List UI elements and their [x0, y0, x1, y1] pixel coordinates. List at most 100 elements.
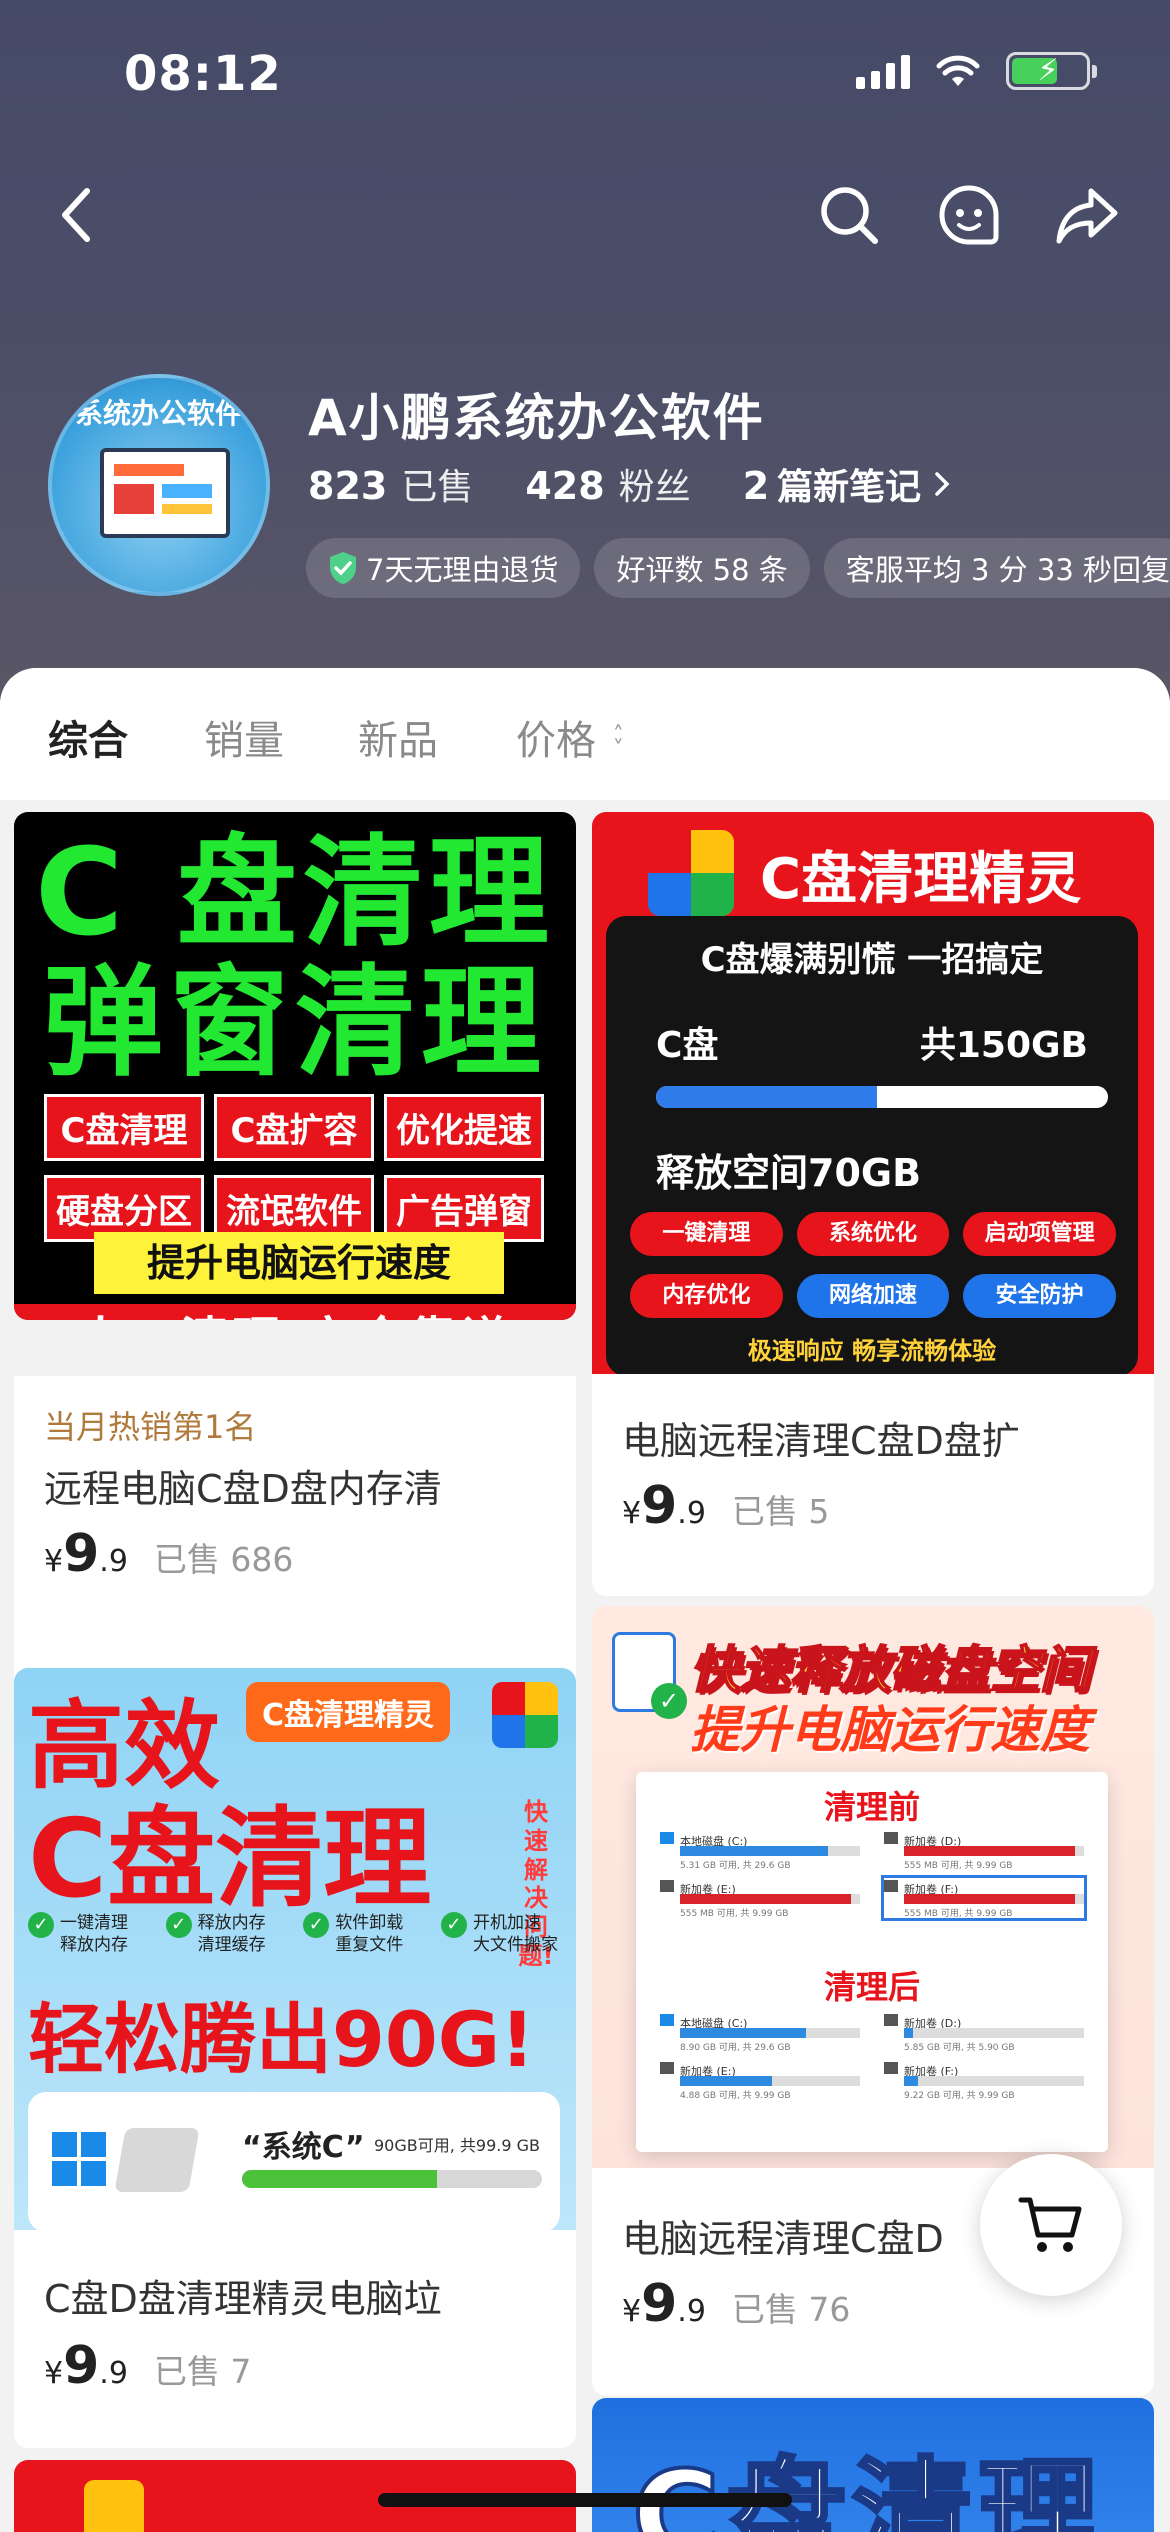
cart-button[interactable]	[980, 2154, 1122, 2296]
check-text: 释放内存	[197, 1913, 266, 1933]
feature-pill: 启动项管理	[963, 1212, 1116, 1256]
windows-icon	[52, 2132, 106, 2186]
drive-usage-bar	[904, 2028, 1084, 2038]
price-decimal: .9	[99, 2356, 128, 2391]
tag-service-response[interactable]: 客服平均 3 分 33 秒回复	[823, 538, 1170, 598]
product-title: 远程电脑C盘D盘内存清	[44, 1467, 442, 1511]
image-footer: 人工清理 安全靠谱	[14, 1304, 576, 1320]
feature-buttons: 一键清理 系统优化 启动项管理 内存优化 网络加速 安全防护	[630, 1212, 1116, 1318]
sold-count: 已售 7	[153, 2352, 252, 2391]
drive-entry: 本地磁盘 (C:) 8.90 GB 可用, 共 29.6 GB	[660, 2012, 860, 2053]
share-icon	[1056, 188, 1118, 244]
check-text: 重复文件	[335, 1935, 404, 1956]
product-card[interactable]: C 盘清理 弹窗清理 C盘清理 C盘扩容 优化提速 硬盘分区 流氓软件 广告弹窗…	[14, 812, 576, 1320]
battery-icon: ⚡	[1006, 52, 1097, 90]
back-icon	[62, 188, 90, 242]
product-card[interactable]: 高效 C盘清理精灵 C盘清理 快速解决问题! ✓ 一键清理 释放内存 ✓ 释放内存 清理…	[14, 1668, 576, 2448]
product-title: C盘D盘清理精灵电脑垃	[44, 2277, 442, 2321]
feature-pill: 网络加速	[796, 1274, 950, 1318]
check-text: 释放内存	[60, 1935, 128, 1956]
drive-usage-bar	[680, 1894, 860, 1904]
drive-total: 共150GB	[919, 1025, 1088, 1066]
check-text: 清理缓存	[197, 1935, 266, 1956]
feature-pill: 系统优化	[796, 1212, 950, 1256]
image-panel: C盘爆满别慌 一招搞定 C盘 共150GB 释放空间70GB 一键清理 系统优化…	[606, 916, 1138, 1374]
check-icon: ✓	[440, 1912, 467, 1938]
avatar-illustration	[100, 448, 230, 538]
drive-entry: 本地磁盘 (C:) 5.31 GB 可用, 共 29.6 GB	[660, 1830, 860, 1871]
tab-price-label: 价格	[516, 718, 596, 764]
drive-card: “系统C” 90GB可用, 共99.9 GB	[28, 2092, 560, 2230]
image-chip: C盘扩容	[214, 1094, 374, 1161]
drive-usage-fill	[904, 2028, 913, 2038]
tab-new[interactable]: 新品	[358, 708, 438, 766]
drive-label: C盘	[656, 1025, 719, 1066]
drive-capacity: 555 MB 可用, 共 9.99 GB	[904, 1909, 1013, 1919]
tag-good-reviews[interactable]: 好评数 58 条	[594, 538, 810, 598]
drive-usage-fill	[904, 1894, 1075, 1904]
drive-capacity: 5.85 GB 可用, 共 5.90 GB	[904, 2043, 1015, 2053]
tag-return-policy[interactable]: 7天无理由退货	[306, 538, 581, 598]
section-after: 清理后	[823, 1968, 920, 2006]
home-indicator[interactable]	[378, 2493, 792, 2507]
cart-icon	[1018, 2197, 1082, 2252]
product-card[interactable]: C盘清理精灵 C盘爆满别慌 一招搞定 C盘 共150GB 释放空间70GB 一键…	[592, 812, 1154, 1596]
chevron-right-icon	[935, 472, 950, 496]
product-image: C盘清理	[592, 2398, 1154, 2532]
tag-label: 客服平均 3 分 33 秒回复	[845, 553, 1170, 587]
section-before: 清理前	[823, 1788, 920, 1826]
image-headline: C盘清理	[28, 1797, 432, 1922]
tab-sales[interactable]: 销量	[204, 708, 284, 766]
image-headline: C盘清理精灵	[760, 847, 1082, 912]
shop-avatar[interactable]: 系统办公软件	[48, 374, 270, 596]
tag-label: 好评数 58 条	[616, 553, 788, 587]
product-info: 当月热销第1名 远程电脑C盘D盘内存清 ¥ 9 .9 已售 686	[14, 1376, 576, 1692]
tab-price[interactable]: 价格 ˄ ˅	[516, 708, 624, 766]
price-integer: 9	[641, 1476, 678, 1536]
drive-usage-fill	[680, 2028, 806, 2038]
price-row: ¥ 9 .9 已售 5	[622, 1476, 829, 1536]
tab-comprehensive[interactable]: 综合	[48, 708, 128, 766]
drive-capacity: 5.31 GB 可用, 共 29.6 GB	[680, 1861, 791, 1871]
product-title: 电脑远程清理C盘D盘扩	[622, 1419, 1020, 1463]
drive-entry: 新加卷 (D:) 5.85 GB 可用, 共 5.90 GB	[884, 2012, 1084, 2053]
share-button[interactable]	[1052, 180, 1122, 250]
check-text: 大文件搬家	[472, 1935, 558, 1956]
feature-check: ✓ 软件卸载 重复文件	[303, 1912, 403, 1956]
customer-service-button[interactable]	[934, 180, 1004, 250]
check-icon: ✓	[165, 1912, 192, 1938]
shop-info: 系统办公软件 A小鹏系统办公软件 823 已售 428 粉丝 2 篇新笔记 7天…	[0, 360, 1170, 660]
drive-usage-fill	[680, 2076, 772, 2086]
sold-count: 823	[308, 464, 388, 508]
drive-icon	[884, 1880, 898, 1892]
usage-fill	[656, 1086, 878, 1108]
price-decimal: .9	[99, 1544, 128, 1579]
new-notes-link[interactable]: 2 篇新笔记	[743, 458, 953, 510]
drive-capacity: 9.22 GB 可用, 共 9.99 GB	[904, 2091, 1015, 2101]
price-row: ¥ 9 .9 已售 686	[44, 1524, 293, 1584]
shop-name[interactable]: A小鹏系统办公软件	[308, 378, 765, 450]
sold-label: 已售	[401, 467, 474, 508]
drive-icon	[660, 1880, 674, 1892]
drive-entry: 新加卷 (E:) 4.88 GB 可用, 共 9.99 GB	[660, 2060, 860, 2101]
drive-usage-bar	[680, 2076, 860, 2086]
sort-tabs: 综合 销量 新品 价格 ˄ ˅	[0, 668, 1170, 800]
price-integer: 9	[63, 1524, 100, 1584]
product-title: 电脑远程清理C盘D	[622, 2217, 944, 2261]
price-decimal: .9	[677, 1496, 706, 1531]
nav-bar	[0, 160, 1170, 260]
drive-entry: 新加卷 (F:) 9.22 GB 可用, 共 9.99 GB	[884, 2060, 1084, 2101]
price-row: ¥ 9 .9 已售 7	[44, 2336, 251, 2396]
search-icon	[821, 187, 878, 244]
product-card[interactable]: C盘清理	[592, 2398, 1154, 2532]
product-image: C 盘清理 弹窗清理 C盘清理 C盘扩容 优化提速 硬盘分区 流氓软件 广告弹窗…	[14, 812, 576, 1320]
drive-icon	[884, 2014, 898, 2026]
back-button[interactable]	[42, 180, 112, 250]
status-icons: ⚡	[856, 52, 1097, 90]
app-logo-icon	[648, 830, 734, 916]
drive-icon	[660, 2062, 674, 2074]
search-button[interactable]	[814, 180, 884, 250]
product-image: C盘清理精灵 C盘爆满别慌 一招搞定 C盘 共150GB 释放空间70GB 一键…	[592, 812, 1154, 1374]
tag-label: 7天无理由退货	[366, 553, 559, 587]
hot-sale-badge: 当月热销第1名	[44, 1408, 257, 1446]
